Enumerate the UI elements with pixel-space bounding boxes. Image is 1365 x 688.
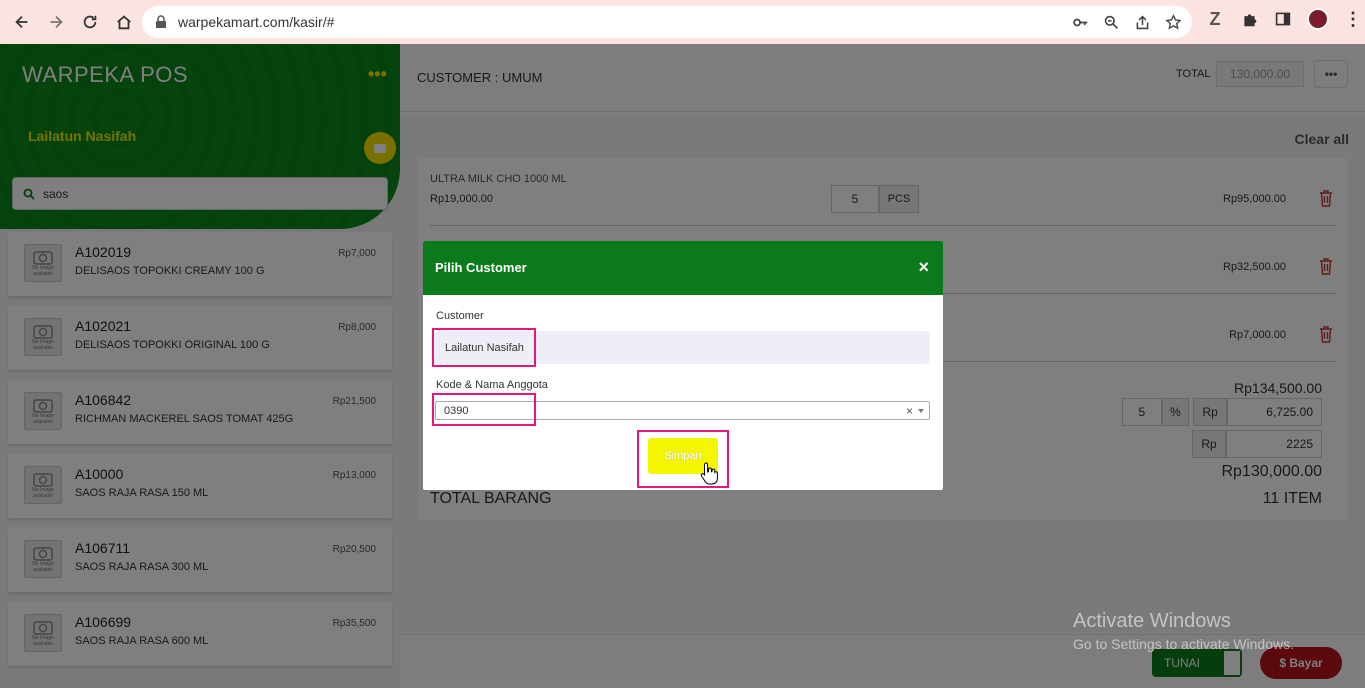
star-icon[interactable]: [1165, 13, 1182, 31]
reload-icon: [83, 15, 97, 29]
browser-toolbar: warpekamart.com/kasir/# Z ⋮: [0, 0, 1365, 44]
chevron-down-icon[interactable]: [918, 409, 924, 413]
extension-icons: Z ⋮: [1205, 8, 1363, 30]
zoom-icon[interactable]: [1103, 14, 1120, 31]
reload-button[interactable]: [74, 6, 106, 38]
forward-button[interactable]: [40, 6, 72, 38]
arrow-right-icon: [50, 15, 63, 29]
customer-field-label: Customer: [436, 310, 484, 322]
lock-icon: [156, 15, 166, 28]
home-button[interactable]: [108, 6, 140, 38]
dialog-header: Pilih Customer ×: [423, 241, 943, 295]
highlight-member-code: [432, 393, 536, 426]
puzzle-icon[interactable]: [1239, 9, 1259, 29]
url-text: warpekamart.com/kasir/#: [178, 14, 335, 30]
kebab-menu-icon[interactable]: ⋮: [1343, 9, 1363, 29]
home-icon: [117, 15, 131, 30]
address-bar-actions: [1072, 6, 1182, 38]
share-icon[interactable]: [1134, 14, 1151, 31]
close-icon[interactable]: ×: [918, 257, 929, 278]
back-button[interactable]: [6, 6, 38, 38]
dialog-title: Pilih Customer: [435, 260, 527, 275]
zotero-extension-icon[interactable]: Z: [1205, 9, 1225, 29]
highlight-customer-field: [432, 328, 536, 367]
key-icon[interactable]: [1072, 14, 1089, 31]
address-bar[interactable]: warpekamart.com/kasir/#: [142, 6, 1192, 38]
clear-selection-icon[interactable]: ×: [906, 404, 913, 418]
windows-watermark-title: Activate Windows: [1073, 610, 1231, 632]
hand-cursor-icon: [700, 462, 718, 485]
sidepanel-icon[interactable]: [1273, 9, 1293, 29]
windows-watermark-subtitle: Go to Settings to activate Windows.: [1073, 636, 1294, 652]
profile-avatar[interactable]: [1307, 8, 1329, 30]
arrow-left-icon: [15, 15, 28, 29]
member-code-label: Kode & Nama Anggota: [436, 379, 548, 391]
